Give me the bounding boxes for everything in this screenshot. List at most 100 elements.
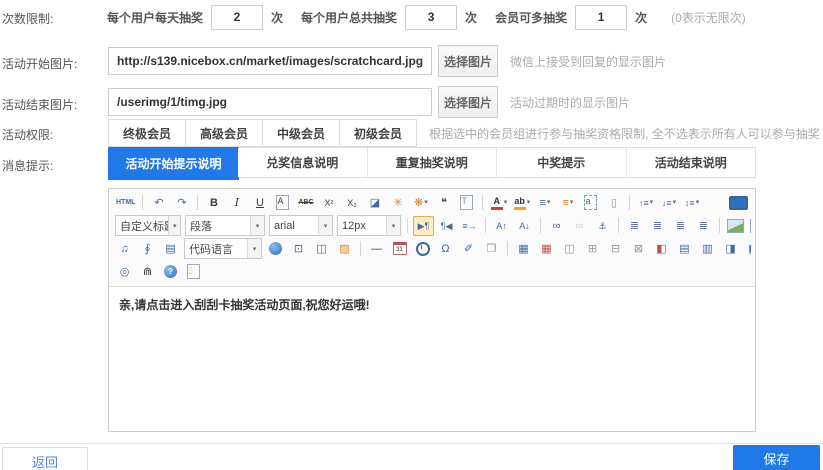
line-height-icon[interactable]: ↕≡▾ <box>681 193 702 213</box>
time-icon[interactable] <box>412 239 433 259</box>
rtl-icon[interactable]: ¶◀ <box>436 216 457 236</box>
merge-down-icon[interactable]: ◩ <box>743 239 751 259</box>
tab-redeem-info[interactable]: 兑奖信息说明 <box>238 148 367 177</box>
font-color-icon[interactable]: A▾ <box>488 193 509 213</box>
font-family-select[interactable]: arial▾ <box>269 215 333 236</box>
font-size-down-icon[interactable]: A↓ <box>514 216 535 236</box>
ordered-list-icon[interactable]: ≡▾ <box>534 193 555 213</box>
member-senior[interactable]: 高级会员 <box>185 119 263 147</box>
tab-activity-end[interactable]: 活动结束说明 <box>627 148 755 177</box>
merge-right-icon[interactable]: ◨ <box>720 239 741 259</box>
total-draw-count-input[interactable] <box>405 5 457 30</box>
date-icon[interactable]: 31 <box>389 239 410 259</box>
anchor-icon[interactable]: ⚓ <box>592 216 613 236</box>
ltr-icon[interactable]: ▶¶ <box>413 216 434 236</box>
align-left-icon[interactable]: ≣ <box>624 216 645 236</box>
font-size-up-icon[interactable]: A↑ <box>491 216 512 236</box>
toolbar-separator <box>719 218 720 233</box>
paste-as-text-icon[interactable]: T <box>456 193 477 213</box>
insert-row-icon[interactable]: ⊟ <box>605 239 626 259</box>
undo-icon[interactable]: ↶ <box>148 193 169 213</box>
start-image-pick-button[interactable]: 选择图片 <box>438 45 498 77</box>
delete-table-icon[interactable]: ▦ <box>536 239 557 259</box>
end-image-url-input[interactable] <box>108 88 432 116</box>
word-image-icon[interactable]: ✐ <box>458 239 479 259</box>
highlight-color-icon[interactable]: ab▾ <box>511 193 532 213</box>
insert-frame-icon-glyph: ▤ <box>165 240 175 258</box>
end-image-pick-button[interactable]: 选择图片 <box>438 86 498 118</box>
insert-table-icon[interactable]: ▦ <box>513 239 534 259</box>
clear-format-icon[interactable]: ✳ <box>387 193 408 213</box>
superscript-icon[interactable]: X² <box>318 193 339 213</box>
daily-draw-count-input[interactable] <box>211 5 263 30</box>
tab-win-tip[interactable]: 中奖提示 <box>497 148 626 177</box>
member-ultimate[interactable]: 终极会员 <box>108 119 186 147</box>
back-button[interactable]: 返回 <box>2 447 88 470</box>
char-border-icon[interactable]: A <box>272 193 293 213</box>
paste-as-text-icon-glyph: T <box>460 195 473 210</box>
align-right-icon[interactable]: ≣ <box>670 216 691 236</box>
split-cell-icon[interactable]: ◧ <box>651 239 672 259</box>
snapshot-icon[interactable]: ⊡ <box>288 239 309 259</box>
columns-icon[interactable]: ◫ <box>311 239 332 259</box>
insert-image-icon[interactable] <box>725 216 746 236</box>
special-char-icon[interactable]: Ω <box>435 239 456 259</box>
paragraph-select[interactable]: 段落▾ <box>185 215 265 236</box>
member-junior[interactable]: 初级会员 <box>339 119 417 147</box>
unordered-list-icon[interactable]: ≡▾ <box>557 193 578 213</box>
indent-icon[interactable]: ≡→ <box>459 216 480 236</box>
link-icon-glyph: ∞ <box>553 217 561 235</box>
bold-icon[interactable]: B <box>203 193 224 213</box>
permission-hint: 根据选中的会员组进行参与抽奖资格限制, 全不选表示所有人可以参与抽奖 <box>429 125 820 142</box>
member-middle[interactable]: 中级会员 <box>262 119 340 147</box>
fullscreen-icon[interactable] <box>727 193 750 213</box>
template-icon[interactable]: ▧ <box>334 239 355 259</box>
spray-color-icon[interactable]: ❋▾ <box>410 193 431 213</box>
formula-icon[interactable]: ❒ <box>481 239 502 259</box>
align-justify-icon[interactable]: ≣ <box>693 216 714 236</box>
member-extra-draw-input[interactable] <box>575 5 627 30</box>
align-center-icon[interactable]: ≣ <box>647 216 668 236</box>
table-title-icon[interactable]: ◫ <box>559 239 580 259</box>
image-manager-icon[interactable] <box>748 216 751 236</box>
source-icon[interactable]: HTML <box>114 193 137 213</box>
custom-title-select[interactable]: 自定义标题▾ <box>115 215 181 236</box>
eraser-icon[interactable]: ◪ <box>364 193 385 213</box>
italic-icon[interactable]: I <box>226 193 247 213</box>
start-image-url-input[interactable] <box>108 47 432 75</box>
margin-bottom-icon[interactable]: ↓≡▾ <box>658 193 679 213</box>
attachment-icon[interactable]: ∮ <box>137 239 158 259</box>
subscript-icon[interactable]: X₂ <box>341 193 362 213</box>
insert-code-icon[interactable] <box>265 239 286 259</box>
paste-icon[interactable]: ▯ <box>183 262 204 282</box>
delete-row-icon[interactable]: ▤ <box>674 239 695 259</box>
unlink-icon[interactable]: ∞ <box>569 216 590 236</box>
delete-col-icon[interactable]: ▥ <box>697 239 718 259</box>
merge-cells-icon[interactable]: ⊞ <box>582 239 603 259</box>
help-icon[interactable]: ? <box>160 262 181 282</box>
tab-repeat-draw[interactable]: 重复抽奖说明 <box>368 148 497 177</box>
link-icon[interactable]: ∞ <box>546 216 567 236</box>
font-size-select[interactable]: 12px▾ <box>337 215 401 236</box>
tab-activity-start-tip[interactable]: 活动开始提示说明 <box>108 147 239 180</box>
underline-icon[interactable]: U <box>249 193 270 213</box>
strikethrough-icon[interactable]: ABC <box>295 193 316 213</box>
save-button[interactable]: 保存 <box>733 445 820 470</box>
preview-icon[interactable]: ◎ <box>114 262 135 282</box>
delete-table-icon-glyph: ▦ <box>541 240 551 258</box>
redo-icon[interactable]: ↷ <box>171 193 192 213</box>
template-icon-glyph: ▧ <box>339 240 349 258</box>
code-language-select[interactable]: 代码语言▾ <box>184 238 262 259</box>
horizontal-rule-icon[interactable]: — <box>366 239 387 259</box>
anchor-a-icon[interactable]: a <box>580 193 601 213</box>
blank-page-icon[interactable]: ▯ <box>603 193 624 213</box>
blockquote-icon[interactable]: ❝ <box>433 193 454 213</box>
margin-top-icon[interactable]: ↑≡▾ <box>635 193 656 213</box>
insert-col-icon[interactable]: ⊠ <box>628 239 649 259</box>
insert-frame-icon[interactable]: ▤ <box>160 239 181 259</box>
chevron-down-icon: ▾ <box>168 216 180 235</box>
find-replace-icon[interactable]: ⋒ <box>137 262 158 282</box>
music-icon[interactable]: ♫ <box>114 239 135 259</box>
superscript-icon-glyph: X² <box>324 194 333 212</box>
editor-content[interactable]: 亲,请点击进入刮刮卡抽奖活动页面,祝您好运哦! <box>109 287 755 431</box>
